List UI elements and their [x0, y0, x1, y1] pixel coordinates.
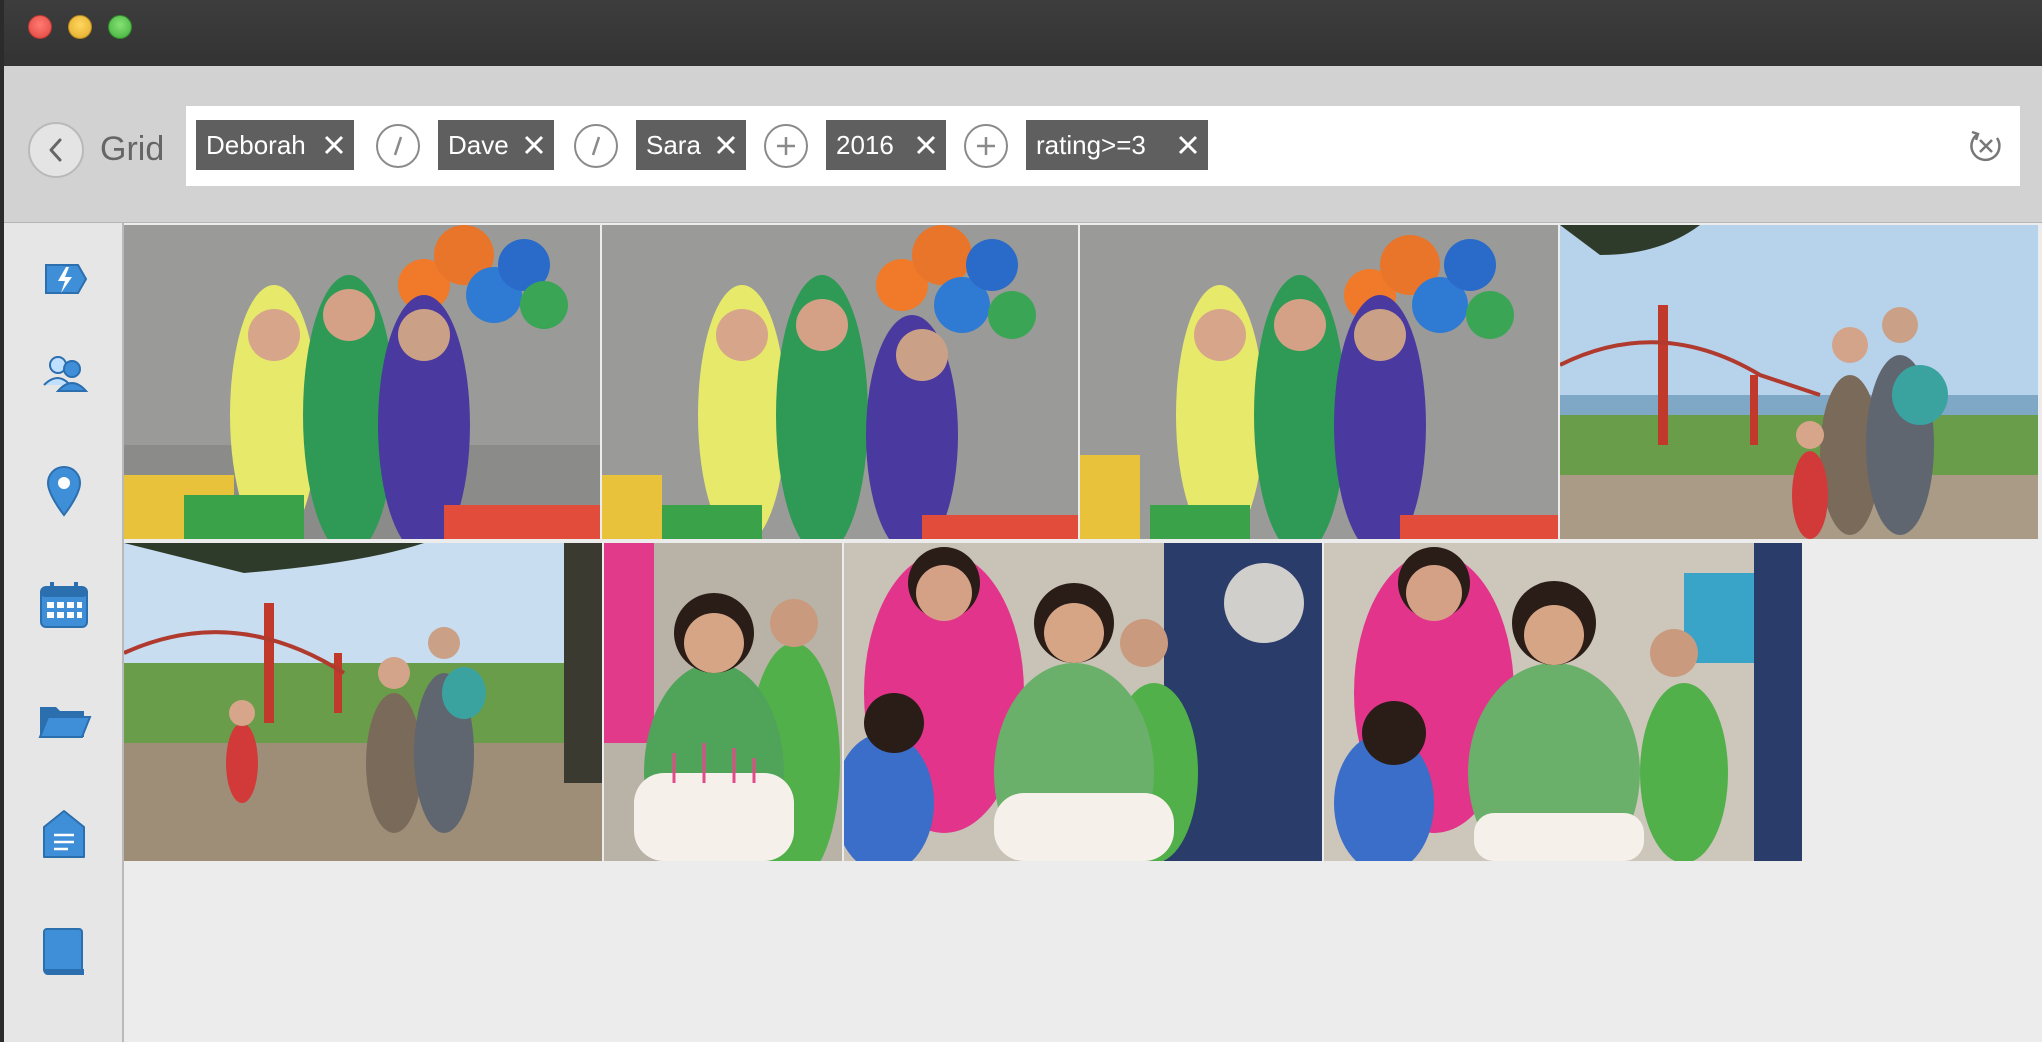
- book-icon[interactable]: [36, 923, 92, 979]
- slash-icon: [591, 136, 601, 156]
- and-operator-button[interactable]: [964, 124, 1008, 168]
- photo-thumbnail[interactable]: [604, 543, 842, 861]
- filter-chip-rating[interactable]: rating>=3: [1026, 120, 1208, 170]
- location-icon[interactable]: [36, 463, 92, 519]
- filter-chip-label: 2016: [836, 130, 894, 160]
- reset-filter-icon[interactable]: [1966, 126, 2006, 166]
- view-title: Grid: [100, 130, 165, 168]
- photo-thumbnail[interactable]: [844, 543, 1322, 861]
- photo-thumbnail[interactable]: [1324, 543, 1802, 861]
- and-operator-button[interactable]: [764, 124, 808, 168]
- back-button[interactable]: [28, 122, 84, 178]
- filter-chip-label: Sara: [646, 130, 701, 160]
- tag-icon[interactable]: [36, 807, 92, 863]
- photo-grid: [124, 223, 2042, 1042]
- people-icon[interactable]: [36, 345, 92, 401]
- filter-chip-sara[interactable]: Sara: [636, 120, 746, 170]
- filter-chip-deborah[interactable]: Deborah: [196, 120, 354, 170]
- close-icon[interactable]: [520, 131, 548, 159]
- zoom-window-button[interactable]: [108, 15, 132, 39]
- filter-bar[interactable]: Deborah Dave Sara 2016 rating>=3: [186, 106, 2020, 186]
- photo-thumbnail[interactable]: [124, 225, 600, 539]
- calendar-icon[interactable]: [36, 577, 92, 633]
- filter-chip-label: rating>=3: [1036, 130, 1146, 160]
- plus-icon: [777, 137, 795, 155]
- filter-chip-label: Deborah: [206, 130, 306, 160]
- quick-icon[interactable]: [36, 251, 92, 307]
- sidebar: [4, 223, 124, 1042]
- or-operator-button[interactable]: [376, 124, 420, 168]
- filter-chip-2016[interactable]: 2016: [826, 120, 946, 170]
- chevron-left-icon: [49, 138, 62, 162]
- slash-icon: [393, 136, 403, 156]
- title-bar: [4, 0, 2042, 66]
- photo-thumbnail[interactable]: [1080, 225, 1558, 539]
- plus-icon: [977, 137, 995, 155]
- or-operator-button[interactable]: [574, 124, 618, 168]
- minimize-window-button[interactable]: [68, 15, 92, 39]
- close-window-button[interactable]: [28, 15, 52, 39]
- close-icon[interactable]: [1174, 131, 1202, 159]
- filter-chip-dave[interactable]: Dave: [438, 120, 554, 170]
- app-window: Grid Deborah Dave Sara 2016 rating>=3: [4, 0, 2042, 1042]
- photo-thumbnail[interactable]: [1560, 225, 2038, 539]
- folder-icon[interactable]: [36, 693, 92, 749]
- photo-thumbnail[interactable]: [124, 543, 602, 861]
- close-icon[interactable]: [320, 131, 348, 159]
- close-icon[interactable]: [712, 131, 740, 159]
- filter-chip-label: Dave: [448, 130, 509, 160]
- close-icon[interactable]: [912, 131, 940, 159]
- photo-thumbnail[interactable]: [602, 225, 1078, 539]
